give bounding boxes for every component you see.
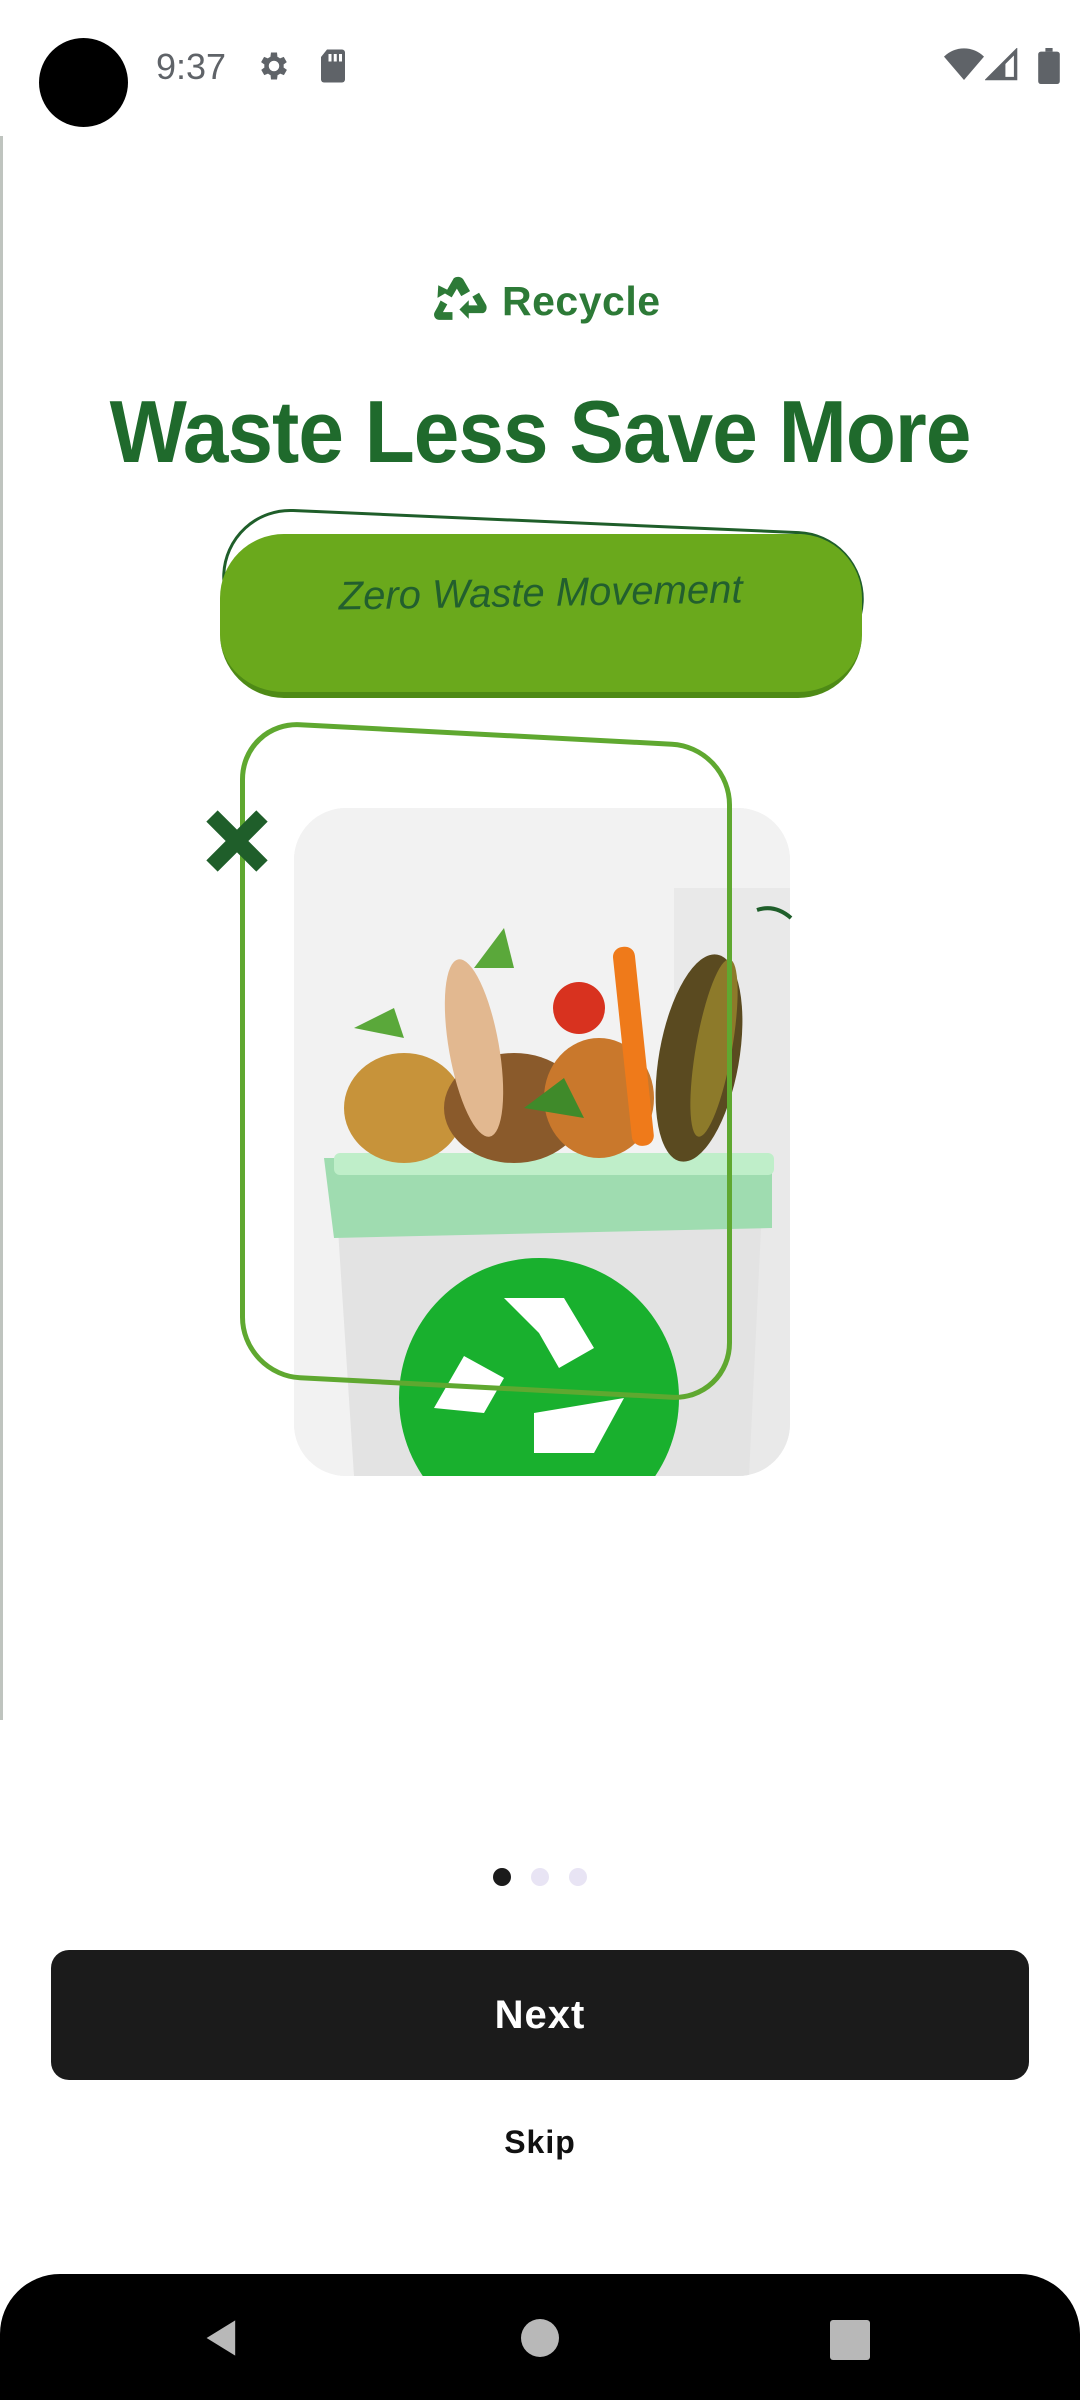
- close-x-decoration-icon: [206, 810, 268, 872]
- signal-icon: [985, 48, 1018, 81]
- tagline-pill: Zero Waste Movement: [220, 534, 862, 698]
- page-indicator: [0, 1868, 1080, 1898]
- onboarding-page[interactable]: Recycle Waste Less Save More Zero Waste …: [0, 136, 1080, 1890]
- settings-icon: [261, 52, 287, 80]
- onboarding-illustration: Recycle Waste Less Save More Zero Waste …: [0, 136, 1080, 1890]
- onboarding-screen: 9:37 Recycle Waste Less Save More Zero W…: [0, 0, 1080, 2400]
- page-indicator-dot-2[interactable]: [531, 1868, 549, 1886]
- status-time: 9:37: [156, 46, 227, 87]
- brand-logo: Recycle: [430, 266, 661, 336]
- arc-decoration-icon: [756, 906, 793, 920]
- next-button[interactable]: Next: [51, 1950, 1029, 2080]
- brand-name: Recycle: [502, 277, 661, 324]
- decorative-green-frame: [240, 719, 732, 1403]
- home-icon[interactable]: [520, 2318, 560, 2358]
- back-icon[interactable]: [200, 2316, 244, 2360]
- page-indicator-dot-1[interactable]: [493, 1868, 511, 1886]
- page-indicator-dot-3[interactable]: [569, 1868, 587, 1886]
- onboarding-headline: Waste Less Save More: [109, 382, 972, 481]
- skip-button[interactable]: Skip: [440, 2112, 640, 2172]
- wifi-icon: [944, 48, 984, 80]
- sd-card-icon: [321, 49, 345, 83]
- recycle-logo-icon: [434, 276, 487, 320]
- recents-icon[interactable]: [830, 2320, 870, 2360]
- battery-icon: [1038, 48, 1060, 84]
- tagline-text: Zero Waste Movement: [338, 566, 743, 619]
- system-navigation-bar: [0, 2274, 1080, 2400]
- camera-cutout: [39, 38, 128, 127]
- status-bar: 9:37: [0, 0, 1080, 136]
